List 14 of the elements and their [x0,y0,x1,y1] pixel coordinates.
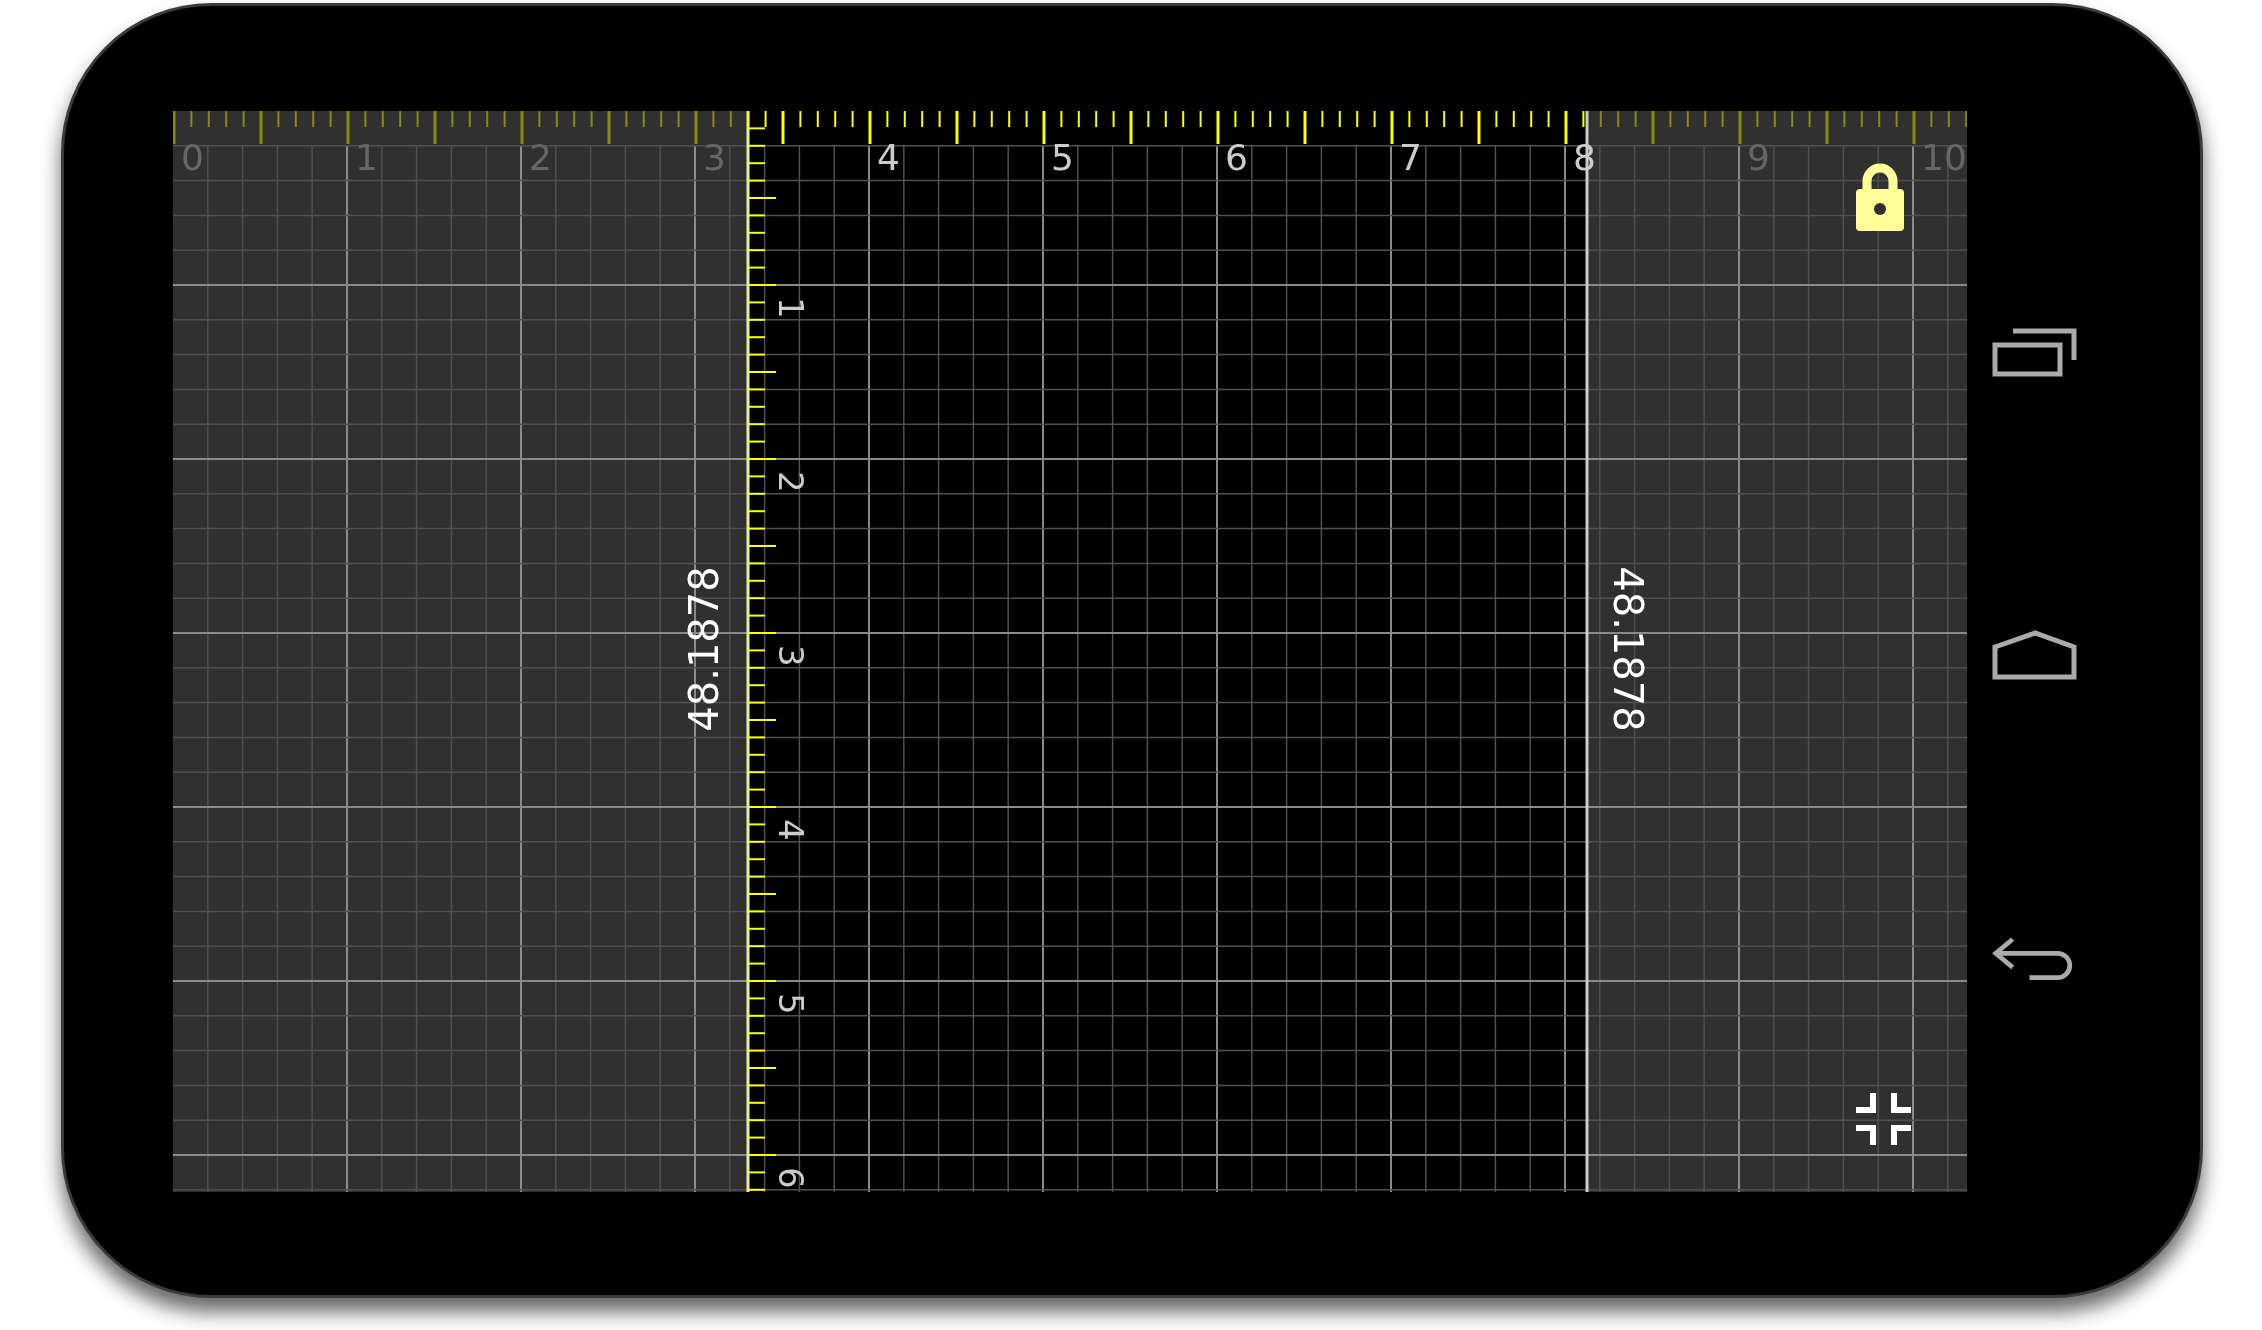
exit-fullscreen-icon[interactable] [1853,1090,1914,1148]
ruler-number: 6 [1225,137,1248,178]
ruler-number: 5 [771,993,811,1015]
ruler-number: 4 [771,819,811,841]
ruler-number: 2 [771,471,811,493]
measurement-reading: 48.1878 [681,566,727,732]
ruler-number: 3 [771,645,811,667]
ruler-number: 5 [1051,137,1074,178]
measurement-reading: 48.1878 [1605,566,1651,732]
ruler-number: 6 [771,1167,811,1189]
ruler-number: 4 [877,137,900,178]
ruler-number: 7 [1399,137,1422,178]
lock-icon[interactable] [1856,163,1904,231]
ruler-number: 1 [771,297,811,319]
